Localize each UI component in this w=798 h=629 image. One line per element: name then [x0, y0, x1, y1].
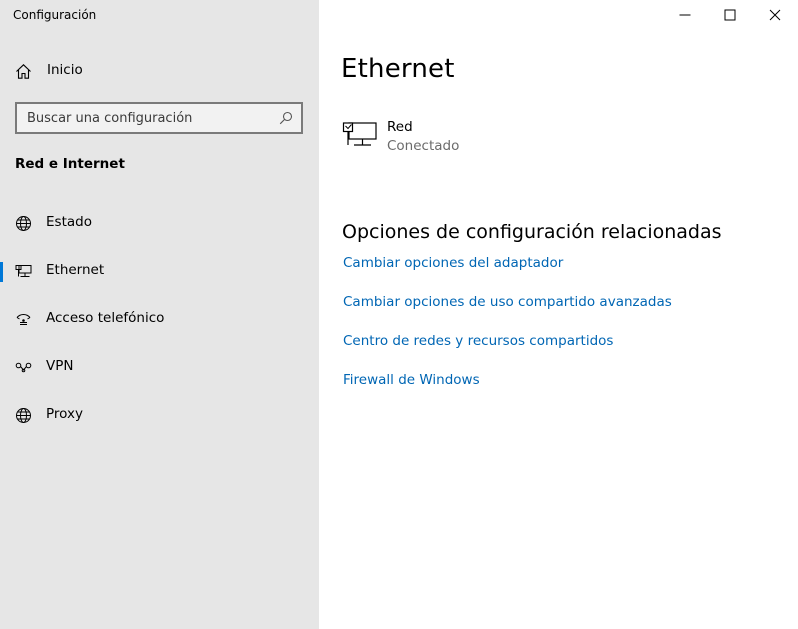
sidebar-item-ethernet[interactable]: Ethernet — [0, 251, 319, 291]
sidebar-item-label: Ethernet — [46, 262, 105, 278]
close-icon — [769, 9, 781, 21]
globe-icon — [15, 407, 32, 424]
sidebar-item-home[interactable]: Inicio — [0, 51, 319, 91]
sidebar: Configuración Inicio Red e Internet — [0, 0, 319, 629]
sidebar-item-label: Estado — [46, 214, 92, 230]
home-icon — [15, 63, 32, 80]
close-button[interactable] — [752, 0, 798, 30]
search-icon[interactable] — [279, 111, 293, 125]
vpn-icon — [15, 359, 32, 376]
link-windows-firewall[interactable]: Firewall de Windows — [343, 372, 480, 388]
minimize-button[interactable] — [662, 0, 708, 30]
sidebar-item-label: Proxy — [46, 406, 83, 422]
sidebar-item-estado[interactable]: Estado — [0, 203, 319, 243]
sidebar-item-vpn[interactable]: VPN — [0, 347, 319, 387]
link-change-adapter-options[interactable]: Cambiar opciones del adaptador — [343, 255, 563, 271]
sidebar-item-label: VPN — [46, 358, 74, 374]
minimize-icon — [679, 14, 691, 16]
maximize-icon — [724, 9, 736, 21]
ethernet-network-icon — [342, 118, 378, 150]
search-box[interactable] — [15, 102, 303, 134]
app-title: Configuración — [13, 8, 97, 22]
settings-window: Configuración Inicio Red e Internet — [0, 0, 798, 629]
sidebar-item-acceso-telefonico[interactable]: Acceso telefónico — [0, 299, 319, 339]
network-name: Red — [387, 119, 413, 135]
maximize-button[interactable] — [707, 0, 753, 30]
sidebar-item-proxy[interactable]: Proxy — [0, 395, 319, 435]
dialup-icon — [15, 311, 32, 328]
section-heading: Red e Internet — [15, 156, 125, 172]
link-network-sharing-center[interactable]: Centro de redes y recursos compartidos — [343, 333, 613, 349]
network-status: Conectado — [387, 138, 460, 154]
selection-indicator — [0, 262, 3, 282]
related-settings-heading: Opciones de configuración relacionadas — [342, 221, 722, 243]
globe-icon — [15, 215, 32, 232]
sidebar-item-label: Inicio — [47, 62, 83, 78]
ethernet-icon — [15, 263, 32, 280]
search-input[interactable] — [17, 104, 277, 132]
network-tile[interactable]: Red Conectado — [341, 114, 581, 158]
page-title: Ethernet — [341, 54, 455, 84]
sidebar-item-label: Acceso telefónico — [46, 310, 165, 326]
link-advanced-sharing-options[interactable]: Cambiar opciones de uso compartido avanz… — [343, 294, 672, 310]
